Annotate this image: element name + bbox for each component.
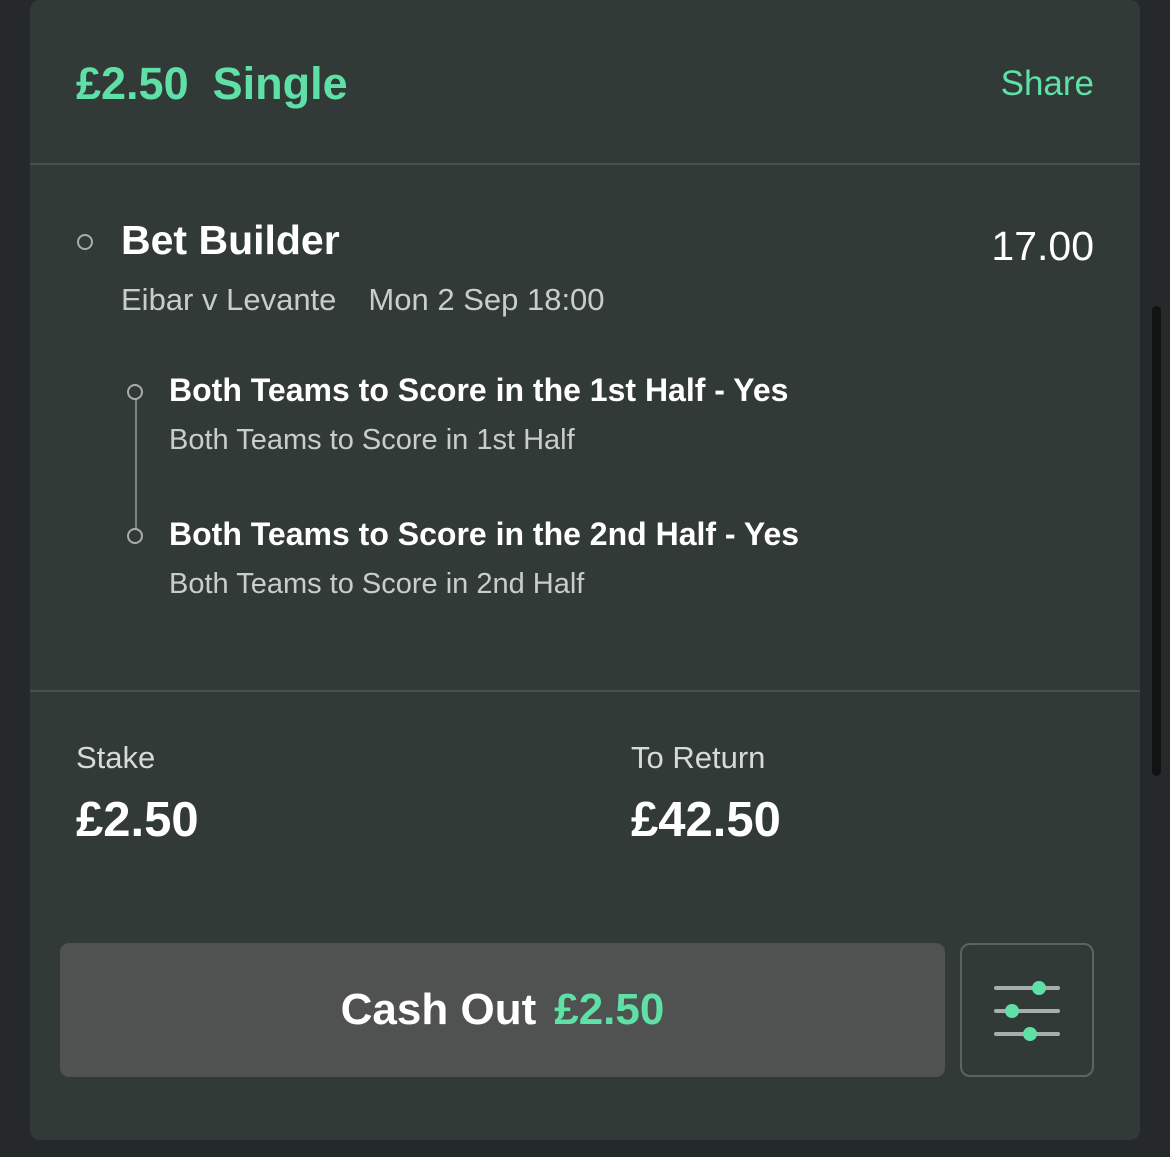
ring-icon: [77, 234, 93, 250]
cash-out-label: Cash Out: [340, 985, 537, 1034]
bet-odds: 17.00: [991, 223, 1094, 269]
stake-value: £2.50: [76, 793, 199, 847]
return-value: £42.50: [631, 793, 781, 847]
header-stake: £2.50: [76, 58, 189, 109]
stake-label: Stake: [76, 740, 156, 775]
selection-connector-line: [135, 399, 137, 537]
ring-icon: [127, 384, 143, 400]
event-name: Eibar v Levante: [121, 282, 337, 317]
section-divider: [30, 690, 1140, 692]
bet-summary-title: £2.50 Single: [76, 58, 348, 110]
sliders-icon: [994, 981, 1060, 1041]
bet-details: Bet Builder 17.00 Eibar v Levante Mon 2 S…: [30, 165, 1140, 690]
cash-out-button[interactable]: Cash Out £2.50: [60, 943, 945, 1077]
selection-title: Both Teams to Score in the 1st Half - Ye…: [169, 372, 789, 408]
event-datetime: Mon 2 Sep 18:00: [368, 282, 605, 317]
ring-icon: [127, 528, 143, 544]
scrollbar[interactable]: [1152, 306, 1161, 776]
bet-card: £2.50 Single Share Bet Builder 17.00 Eiba…: [30, 0, 1140, 1140]
return-label: To Return: [631, 740, 766, 775]
bet-card-header: £2.50 Single Share: [30, 0, 1140, 165]
selection-title: Both Teams to Score in the 2nd Half - Ye…: [169, 516, 800, 552]
share-button[interactable]: Share: [1001, 64, 1094, 104]
cash-out-amount: £2.50: [554, 985, 665, 1034]
header-bet-type: Single: [212, 58, 348, 109]
cash-out-settings-button[interactable]: [960, 943, 1094, 1077]
event-info: Eibar v Levante Mon 2 Sep 18:00: [121, 282, 605, 318]
bet-name: Bet Builder: [121, 217, 340, 263]
selection-market: Both Teams to Score in 1st Half: [169, 424, 575, 456]
selection-market: Both Teams to Score in 2nd Half: [169, 568, 585, 600]
